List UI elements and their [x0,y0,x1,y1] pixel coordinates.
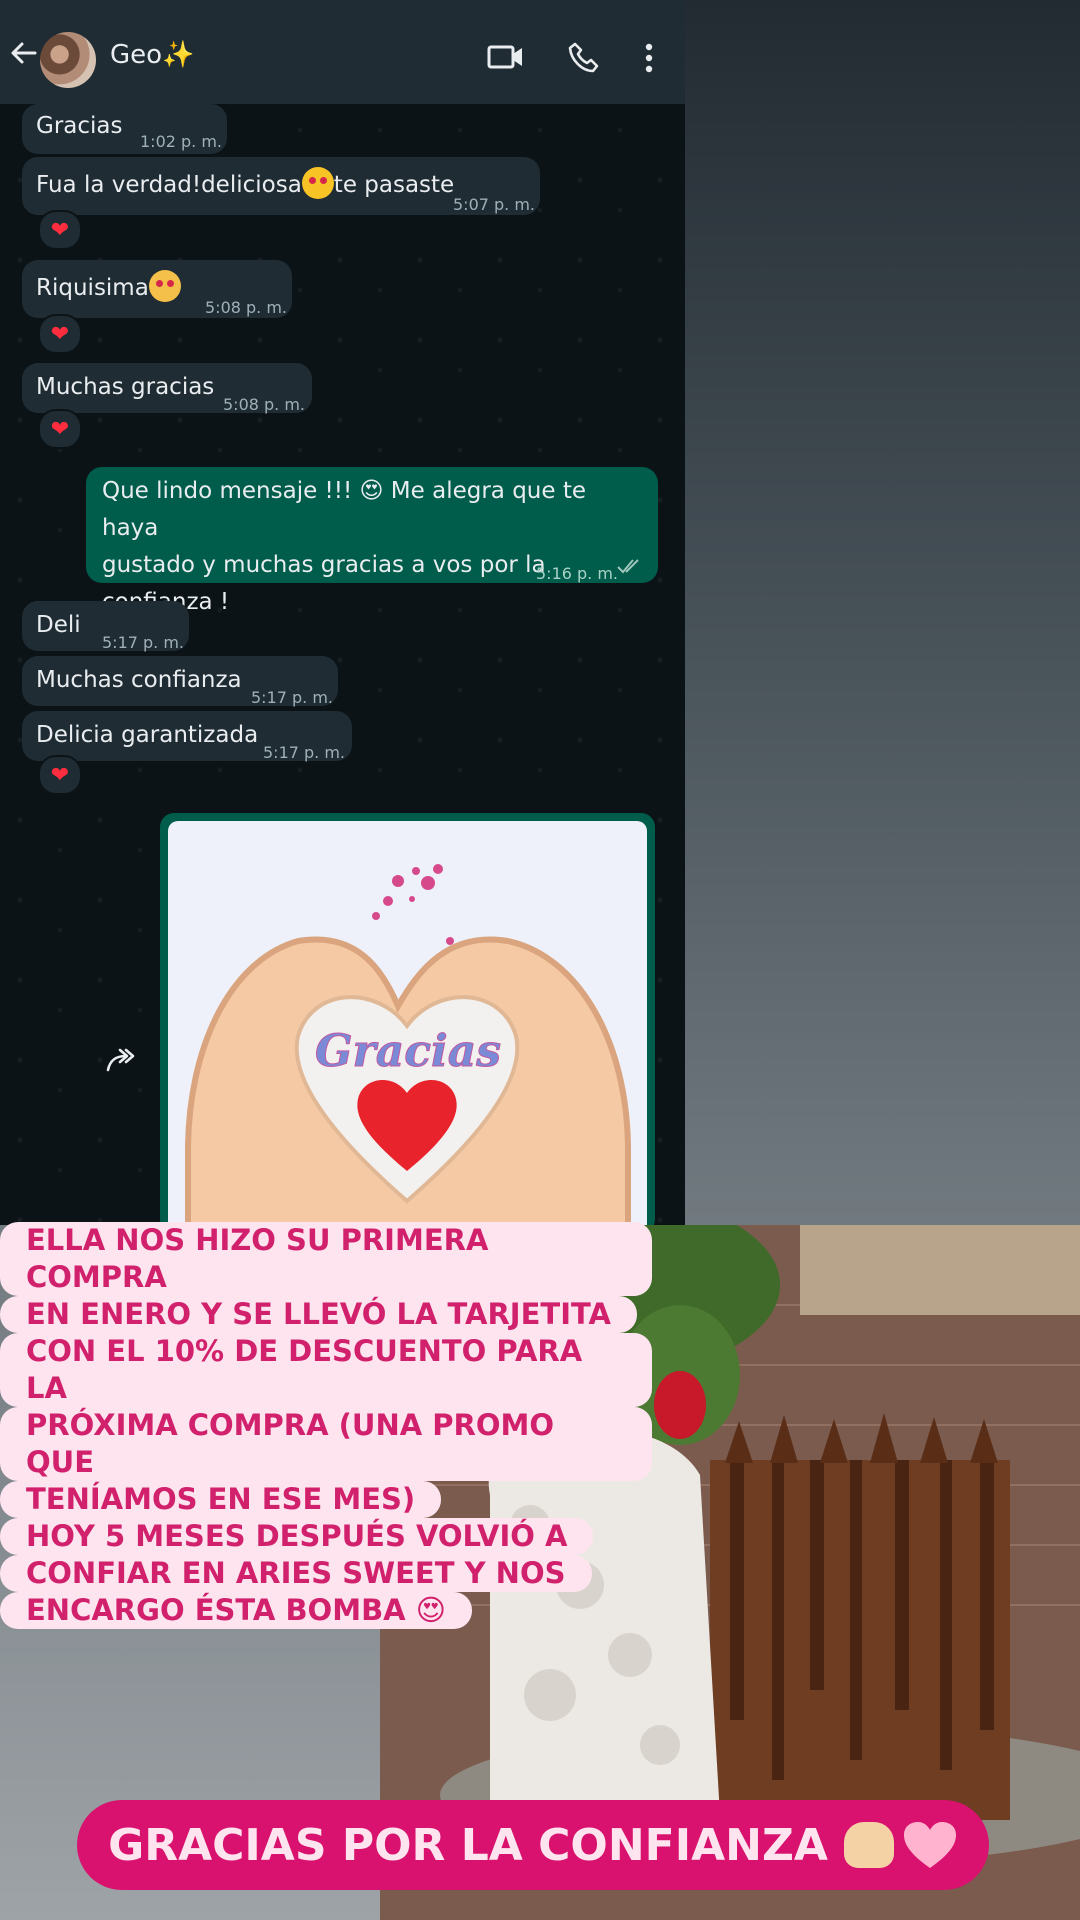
message-time: 5:08 p. m. [205,298,288,317]
message-bubble[interactable]: Fua la verdad!deliciosa te pasaste 5:07 p… [22,157,540,215]
heart-reaction-icon[interactable]: ❤ [38,314,82,354]
message-text: Que lindo mensaje !!! 😍 Me alegra que te… [102,478,587,541]
caption-line: TENÍAMOS EN ESE MES) [0,1481,442,1518]
message-text: Riquisima [36,275,149,301]
caption-line: ENCARGO ÉSTA BOMBA 😍 [0,1592,472,1629]
message-text: Gracias [36,113,123,139]
chat-header: Geo✨ [0,0,685,104]
message-time: 5:17 p. m. [263,743,346,762]
message-text: Fua la verdad!deliciosa [36,172,302,198]
message-bubble-outgoing[interactable]: Que lindo mensaje !!! 😍 Me alegra que te… [86,467,658,615]
phone-call-icon[interactable] [566,40,602,76]
raising-hands-icon [843,1822,894,1868]
forward-icon[interactable] [104,1042,140,1078]
heart-reaction-icon[interactable]: ❤ [38,409,82,449]
smiling-hearts-emoji-icon [301,167,334,199]
heart-hands-illustration: Gracias [185,864,631,1225]
caption-line: EN ENERO Y SE LLEVÓ LA TARJETITA [0,1296,637,1333]
message-text: te pasaste [333,172,455,198]
banner-text: GRACIAS POR LA CONFIANZA [108,1819,828,1871]
caption-line: ELLA NOS HIZO SU PRIMERA COMPRA [0,1222,652,1296]
message-bubble[interactable]: Delicia garantizada 5:17 p. m. [22,711,352,762]
drooling-face-emoji-icon [148,270,181,302]
message-bubble[interactable]: Muchas confianza 5:17 p. m. [22,656,338,707]
message-time: 5:16 p. m. [536,564,619,583]
story-caption: ELLA NOS HIZO SU PRIMERA COMPRA EN ENERO… [0,1222,652,1629]
caption-line: CON EL 10% DE DESCUENTO PARA LA [0,1333,652,1407]
heart-reaction-icon[interactable]: ❤ [38,755,82,795]
message-text: Deli [36,612,81,638]
contact-avatar[interactable] [40,32,96,88]
read-receipt-icon [617,559,639,574]
caption-line: HOY 5 MESES DESPUÉS VOLVIÓ A [0,1518,594,1555]
video-call-icon[interactable] [486,40,526,74]
caption-line: PRÓXIMA COMPRA (UNA PROMO QUE [0,1407,652,1481]
message-bubble[interactable]: Deli 5:17 p. m. [22,601,189,652]
back-arrow-icon[interactable] [6,36,40,70]
pink-heart-icon [903,1822,956,1868]
message-text: Muchas confianza [36,667,242,693]
message-text: Delicia garantizada [36,722,259,748]
message-time: 5:07 p. m. [453,195,536,214]
chat-screen: Geo✨ Gracias 1:02 p. m. Fua la verdad!de… [0,0,685,1225]
gracias-image[interactable]: Gracias [168,821,647,1225]
more-options-icon[interactable] [636,40,662,76]
image-message[interactable]: Gracias [160,813,655,1225]
message-time: 1:02 p. m. [140,132,223,151]
message-bubble[interactable]: Muchas gracias 5:08 p. m. [22,363,312,414]
message-bubble[interactable]: Riquisima 5:08 p. m. [22,260,292,318]
contact-name[interactable]: Geo✨ [110,40,194,70]
image-text: Gracias [315,1026,501,1077]
heart-reaction-icon[interactable]: ❤ [38,210,82,250]
message-time: 5:08 p. m. [223,395,306,414]
message-bubble[interactable]: Gracias 1:02 p. m. [22,104,227,154]
message-text: Muchas gracias [36,374,215,400]
thanks-banner: GRACIAS POR LA CONFIANZA [77,1800,989,1890]
caption-line: CONFIAR EN ARIES SWEET Y NOS [0,1555,592,1592]
